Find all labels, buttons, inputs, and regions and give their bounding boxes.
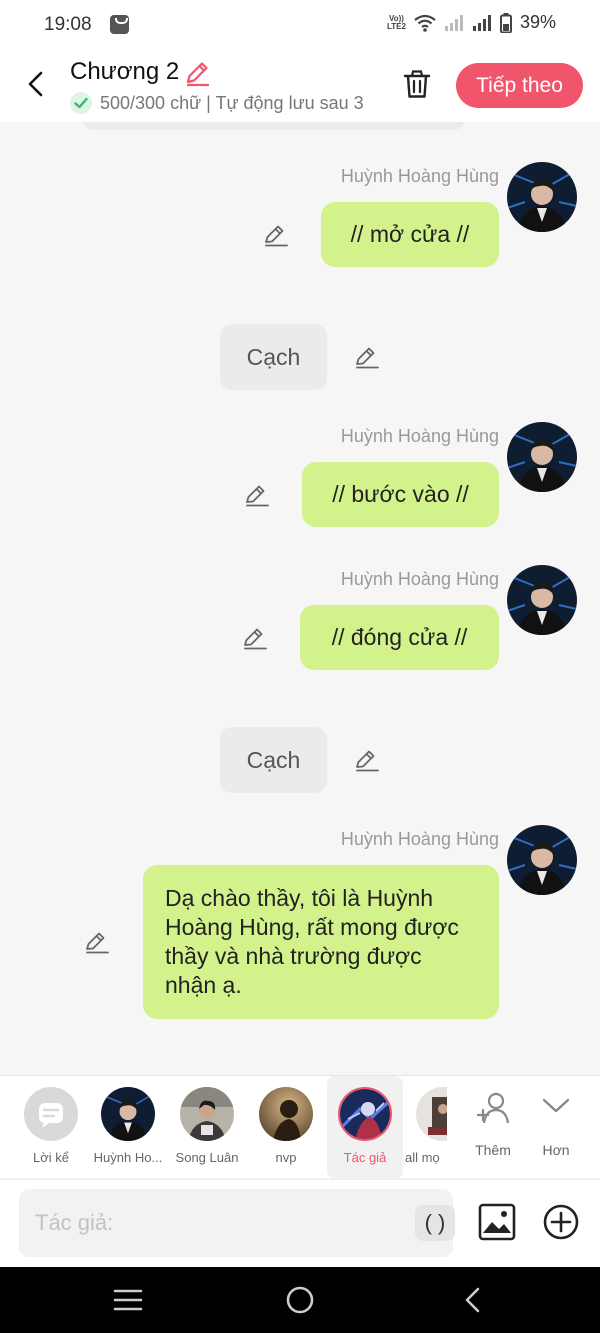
- trash-icon: [403, 70, 431, 98]
- character-avatar: [416, 1087, 447, 1141]
- delete-button[interactable]: [400, 64, 434, 104]
- character-avatar: [259, 1087, 313, 1141]
- message-bubble[interactable]: // mở cửa //: [321, 202, 499, 267]
- pencil-icon[interactable]: [263, 222, 289, 248]
- system-navigation-bar: [0, 1267, 600, 1333]
- message-input-box: ( ): [19, 1189, 455, 1257]
- avatar[interactable]: [507, 825, 577, 895]
- lte-indicator: Vo)) LTE2: [387, 14, 406, 31]
- home-button[interactable]: [283, 1283, 317, 1317]
- chat-area[interactable]: Huỳnh Hoàng Hùng // mở cửa // Cạch Huỳnh…: [0, 122, 600, 1075]
- character-label: Song Luân: [175, 1150, 239, 1165]
- battery-percent: 39%: [519, 12, 556, 32]
- next-button[interactable]: Tiếp theo: [456, 63, 583, 108]
- character-all-mo[interactable]: all mọ: [405, 1076, 447, 1179]
- status-bar: 19:08 Vo)) LTE2 39%: [0, 0, 600, 50]
- status-icons: Vo)) LTE2 39%: [387, 12, 556, 33]
- image-icon[interactable]: [478, 1203, 516, 1241]
- add-person-icon: [476, 1092, 510, 1124]
- parentheses-button[interactable]: ( ): [415, 1205, 455, 1241]
- character-huynh-hoang-hung[interactable]: Huỳnh Ho...: [90, 1076, 166, 1179]
- avatar[interactable]: [507, 162, 577, 232]
- input-bar: ( ): [0, 1179, 600, 1267]
- sender-name: Huỳnh Hoàng Hùng: [340, 426, 499, 446]
- wifi-icon: [414, 14, 436, 32]
- check-icon: [70, 92, 92, 114]
- signal-icon: [472, 14, 491, 31]
- message-bubble[interactable]: Dạ chào thầy, tôi là Huỳnh Hoàng Hùng, r…: [143, 865, 499, 1019]
- add-character-button[interactable]: Thêm: [463, 1076, 523, 1179]
- pencil-icon[interactable]: [244, 482, 270, 508]
- message-bubble[interactable]: // bước vào //: [302, 462, 499, 527]
- character-nvp[interactable]: nvp: [248, 1076, 324, 1179]
- back-arrow-icon: [28, 71, 43, 97]
- character-label: Tác giả: [343, 1150, 387, 1165]
- pencil-icon[interactable]: [242, 625, 268, 651]
- narration-bubble[interactable]: Cạch: [220, 727, 327, 793]
- previous-message-stub: [82, 122, 465, 130]
- character-avatar: [180, 1087, 234, 1141]
- word-count-status: 500/300 chữ | Tự động lưu sau 3: [100, 92, 364, 113]
- battery-icon: [499, 12, 512, 33]
- message-bubble[interactable]: // đóng cửa //: [300, 605, 499, 670]
- add-character-label: Thêm: [475, 1142, 511, 1158]
- character-label: nvp: [275, 1150, 297, 1165]
- edit-title-pencil-icon[interactable]: [183, 59, 211, 87]
- character-narrator[interactable]: Lời kể: [13, 1076, 89, 1179]
- word-count-row: 500/300 chữ | Tự động lưu sau 3: [70, 91, 376, 115]
- more-characters-button[interactable]: Hơn: [526, 1076, 586, 1179]
- pencil-icon[interactable]: [84, 929, 110, 955]
- chapter-header: Chương 2 500/300 chữ | Tự động lưu sau 3…: [0, 50, 600, 122]
- message-icon: [24, 1087, 78, 1141]
- home-circle-icon: [286, 1286, 314, 1314]
- plus-circle-icon[interactable]: [542, 1203, 580, 1241]
- avatar[interactable]: [507, 565, 577, 635]
- character-label: Huỳnh Ho...: [93, 1150, 163, 1165]
- menu-icon: [113, 1289, 143, 1311]
- avatar[interactable]: [507, 422, 577, 492]
- recent-apps-button[interactable]: [111, 1283, 145, 1317]
- character-song-luan[interactable]: Song Luân: [169, 1076, 245, 1179]
- lte-tag-bottom: LTE2: [387, 21, 406, 31]
- back-triangle-icon: [465, 1287, 480, 1313]
- more-characters-label: Hơn: [542, 1142, 570, 1158]
- sender-name: Huỳnh Hoàng Hùng: [340, 829, 499, 849]
- pencil-icon[interactable]: [354, 344, 380, 370]
- sender-name: Huỳnh Hoàng Hùng: [340, 166, 499, 186]
- character-avatar: [338, 1087, 392, 1141]
- character-selector-bar: Lời kể Huỳnh Ho... Song Luân nvp Tác giả…: [0, 1075, 600, 1179]
- signal-weak-icon: [444, 14, 463, 31]
- back-button[interactable]: [18, 64, 52, 104]
- character-label: all mọ: [405, 1150, 440, 1165]
- narration-bubble[interactable]: Cạch: [220, 324, 327, 390]
- status-time: 19:08: [44, 14, 92, 35]
- chapter-title: Chương 2: [70, 58, 180, 85]
- character-label: Lời kể: [33, 1150, 69, 1165]
- sender-name: Huỳnh Hoàng Hùng: [340, 569, 499, 589]
- chevron-down-icon: [542, 1098, 570, 1113]
- system-back-button[interactable]: [455, 1283, 489, 1317]
- character-tac-gia[interactable]: Tác giả: [327, 1076, 403, 1179]
- message-input[interactable]: [35, 1189, 395, 1257]
- character-avatar: [101, 1087, 155, 1141]
- pencil-icon[interactable]: [354, 747, 380, 773]
- app-notification-icon: [110, 15, 129, 34]
